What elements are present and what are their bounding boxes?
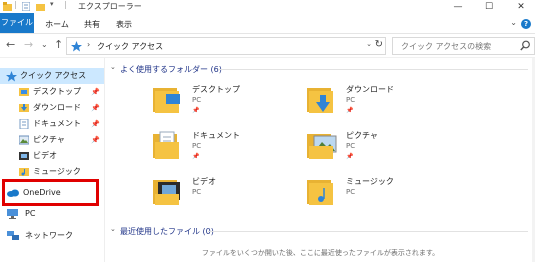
pin-icon: 📌	[346, 153, 354, 160]
sidebar-item-label: ビデオ	[33, 151, 57, 160]
desktop-folder-icon	[153, 88, 180, 113]
properties-icon[interactable]	[22, 2, 30, 11]
star-icon	[71, 41, 82, 52]
video-icon	[19, 152, 29, 160]
sidebar-item-quick-access[interactable]: クイック アクセス	[0, 68, 104, 84]
sidebar-item-documents[interactable]: ドキュメント 📌	[0, 116, 104, 132]
sidebar-item-label: ドキュメント	[33, 119, 81, 128]
address-path[interactable]: クイック アクセス	[97, 41, 163, 52]
sidebar-item-pictures[interactable]: ピクチャ 📌	[0, 132, 104, 148]
tab-file[interactable]: ファイル	[0, 13, 34, 33]
download-folder-icon	[307, 88, 333, 113]
star-icon	[6, 71, 17, 82]
network-icon	[7, 231, 19, 240]
recent-files-header[interactable]: 最近使用したファイル (0)	[120, 226, 214, 237]
folder-location: PC	[192, 142, 202, 150]
pin-icon[interactable]: 📌	[91, 116, 100, 132]
tab-share[interactable]: 共有	[80, 16, 104, 33]
minimize-button[interactable]: —	[447, 0, 469, 13]
empty-recent-message: ファイルをいくつか開いた後、ここに最近使ったファイルが表示されます。	[201, 249, 440, 257]
pin-icon[interactable]: 📌	[91, 132, 100, 148]
address-dropdown-icon[interactable]: ⌄	[366, 40, 372, 48]
title-bar: | ▾ | エクスプローラー — ☐ ✕	[0, 0, 535, 13]
pin-icon: 📌	[346, 107, 354, 114]
frequent-folders-header[interactable]: よく使用するフォルダー (6)	[120, 64, 222, 75]
folder-name: デスクトップ	[192, 85, 240, 94]
search-box[interactable]: クイック アクセスの検索	[392, 37, 535, 55]
desktop-folder-icon	[19, 88, 29, 96]
maximize-button[interactable]: ☐	[478, 0, 500, 13]
folder-name: ドキュメント	[192, 131, 240, 140]
folder-name: ピクチャ	[346, 131, 378, 140]
help-icon[interactable]: ?	[521, 19, 531, 29]
folder-tile-downloads[interactable]: ダウンロード PC 📌	[306, 82, 456, 126]
document-icon	[19, 119, 29, 129]
sidebar-item-label: デスクトップ	[33, 87, 81, 96]
folder-location: PC	[346, 142, 356, 150]
content-pane: ⌄ よく使用するフォルダー (6) デスクトップ PC 📌 ダウンロード PC …	[106, 58, 535, 262]
pc-icon	[7, 209, 18, 219]
folder-location: PC	[346, 188, 356, 196]
folder-tile-music[interactable]: ミュージック PC	[306, 174, 456, 218]
folder-tile-videos[interactable]: ビデオ PC	[152, 174, 302, 218]
forward-button[interactable]: →	[24, 38, 33, 51]
folder-tile-pictures[interactable]: ピクチャ PC 📌	[306, 128, 456, 172]
folder-location: PC	[192, 96, 202, 104]
sidebar-item-label: ネットワーク	[25, 231, 73, 240]
refresh-button[interactable]: ↻	[375, 39, 383, 50]
new-folder-icon[interactable]	[36, 2, 45, 11]
documents-folder-icon	[153, 131, 179, 159]
music-folder-icon	[307, 180, 333, 205]
folder-location: PC	[346, 96, 356, 104]
ribbon-tabs: ファイル ホーム 共有 表示 ⌄ ?	[0, 13, 535, 34]
pin-icon[interactable]: 📌	[91, 100, 100, 116]
collapse-recent-icon[interactable]: ⌄	[110, 225, 116, 233]
window-title: エクスプローラー	[78, 2, 142, 11]
pictures-icon	[19, 135, 29, 145]
video-folder-icon	[153, 180, 180, 205]
sidebar-item-label: ピクチャ	[33, 135, 65, 144]
sidebar-item-network[interactable]: ネットワーク	[0, 228, 104, 244]
navigation-pane: クイック アクセス デスクトップ 📌 ダウンロード 📌 ドキュメント 📌 ピクチ…	[0, 58, 105, 262]
address-bar[interactable]: › クイック アクセス ⌄ ↻	[66, 37, 386, 55]
folder-name: ミュージック	[346, 177, 394, 186]
download-icon	[19, 104, 29, 112]
pictures-folder-icon	[307, 134, 337, 159]
folder-tile-desktop[interactable]: デスクトップ PC 📌	[152, 82, 302, 126]
sidebar-item-label: PC	[25, 209, 36, 218]
folder-icon[interactable]	[3, 2, 12, 11]
sidebar-item-downloads[interactable]: ダウンロード 📌	[0, 100, 104, 116]
collapse-frequent-icon[interactable]: ⌄	[110, 63, 116, 71]
sidebar-item-label: ミュージック	[33, 167, 81, 176]
up-button[interactable]: ↑	[54, 38, 63, 51]
folder-tile-documents[interactable]: ドキュメント PC 📌	[152, 128, 302, 172]
folder-location: PC	[192, 188, 202, 196]
recent-locations-button[interactable]: ⌄	[41, 40, 48, 49]
address-chevron-icon[interactable]: ›	[87, 40, 90, 49]
back-button[interactable]: ←	[6, 38, 15, 51]
folder-name: ビデオ	[192, 177, 216, 186]
quick-access-dropdown-icon[interactable]: ▾	[50, 0, 54, 8]
pin-icon: 📌	[192, 107, 200, 114]
sidebar-item-videos[interactable]: ビデオ	[0, 148, 104, 164]
music-icon	[19, 168, 29, 176]
navigation-bar: ← → ⌄ ↑ › クイック アクセス ⌄ ↻ クイック アクセスの検索	[0, 34, 535, 58]
tab-home[interactable]: ホーム	[42, 16, 72, 33]
highlight-annotation	[2, 179, 99, 206]
search-icon[interactable]	[520, 40, 531, 51]
folder-name: ダウンロード	[346, 85, 394, 94]
sidebar-item-label: クイック アクセス	[20, 71, 87, 80]
sidebar-item-pc[interactable]: PC	[0, 206, 104, 222]
ribbon-expand-icon[interactable]: ⌄	[510, 18, 517, 27]
close-button[interactable]: ✕	[510, 0, 532, 13]
sidebar-item-label: ダウンロード	[33, 103, 81, 112]
pin-icon: 📌	[192, 153, 200, 160]
sidebar-item-music[interactable]: ミュージック	[0, 164, 104, 180]
sidebar-item-desktop[interactable]: デスクトップ 📌	[0, 84, 104, 100]
search-input[interactable]: クイック アクセスの検索	[401, 41, 491, 52]
pin-icon[interactable]: 📌	[91, 84, 100, 100]
tab-view[interactable]: 表示	[112, 16, 136, 33]
